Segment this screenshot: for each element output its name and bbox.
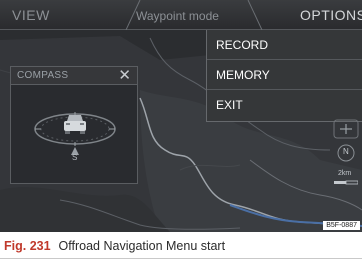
vehicle-icon — [64, 115, 86, 134]
figure-caption: Fig. 231 Offroad Navigation Menu start — [4, 236, 362, 260]
menu-item-label: MEMORY — [216, 68, 270, 82]
menu-item-label: RECORD — [216, 38, 269, 52]
mode-title: Waypoint mode — [136, 9, 219, 23]
compass-header: COMPASS ✕ — [11, 67, 137, 85]
compass-direction: S — [72, 153, 78, 162]
options-menu: RECORD MEMORY EXIT — [206, 30, 362, 122]
scale-label: 2km — [338, 170, 352, 177]
menu-item-record[interactable]: RECORD — [207, 30, 362, 60]
compass-panel: COMPASS ✕ S — [10, 66, 138, 184]
caption-divider — [0, 258, 362, 259]
north-label: N — [343, 147, 349, 156]
map-controls: N 2km — [330, 118, 362, 208]
compass-title: COMPASS — [17, 70, 69, 81]
image-code: B5F-0887 — [323, 221, 360, 230]
scale-bar — [334, 180, 358, 185]
menu-item-memory[interactable]: MEMORY — [207, 60, 362, 90]
tab-separator — [247, 0, 263, 30]
caption-text: Offroad Navigation Menu start — [58, 239, 226, 253]
top-bar: VIEW Waypoint mode OPTIONS — [0, 0, 362, 30]
menu-item-label: EXIT — [216, 98, 243, 112]
navigation-screen: VIEW Waypoint mode OPTIONS COMPASS ✕ S R… — [0, 0, 362, 232]
caption-figure-number: Fig. 231 — [4, 239, 51, 253]
zoom-icon[interactable] — [332, 118, 360, 140]
tab-options[interactable]: OPTIONS — [300, 7, 362, 23]
menu-item-exit[interactable]: EXIT — [207, 90, 362, 120]
close-icon[interactable]: ✕ — [118, 67, 131, 85]
tab-view[interactable]: VIEW — [12, 7, 50, 23]
compass-dial — [34, 112, 116, 155]
